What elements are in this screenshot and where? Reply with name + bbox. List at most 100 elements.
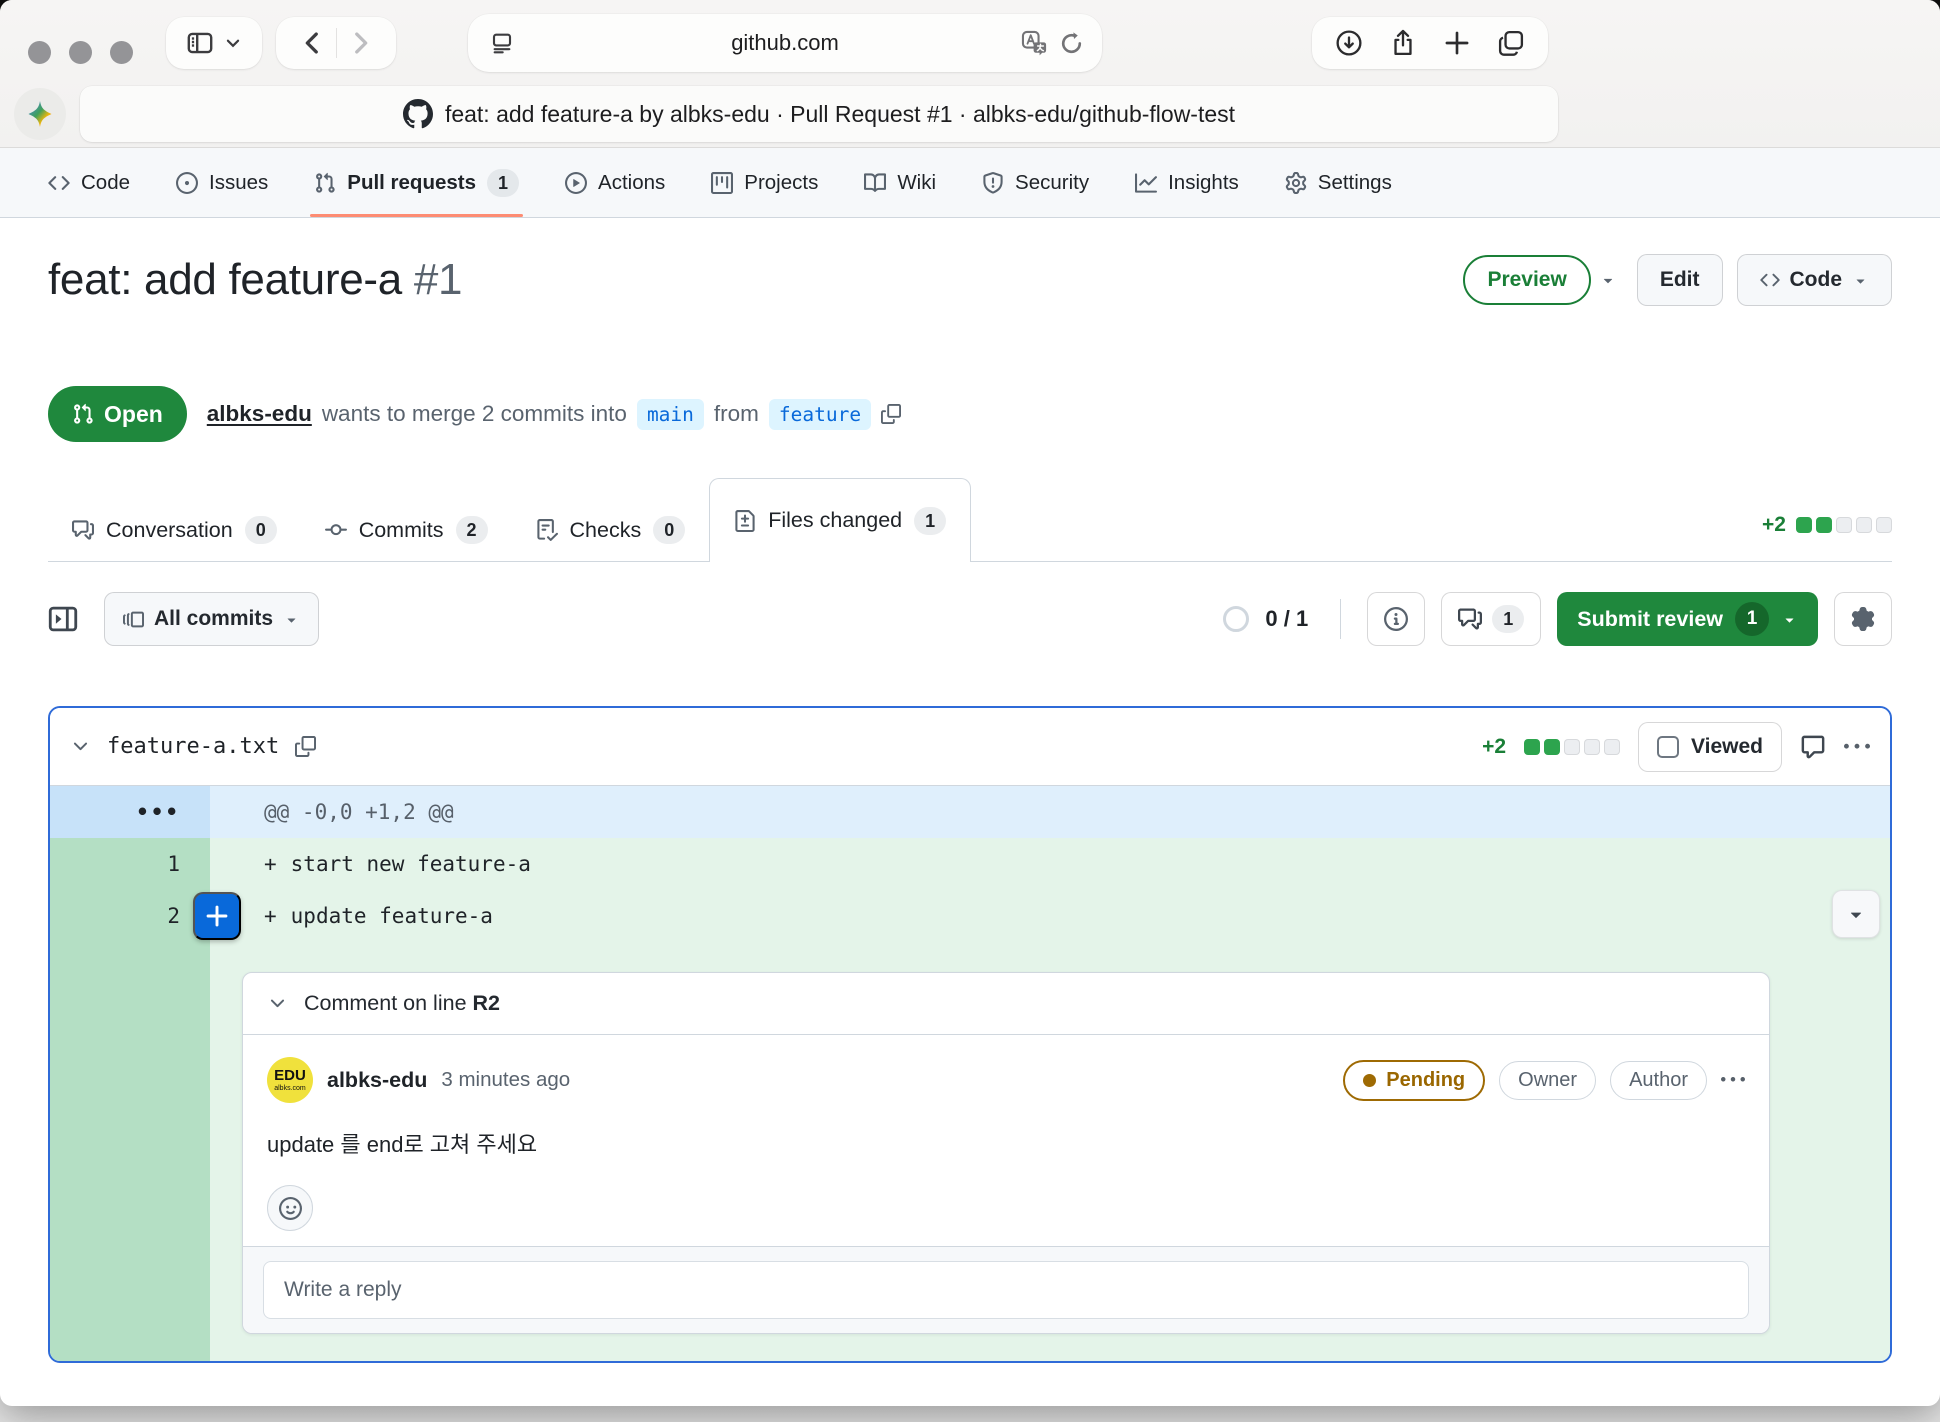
back-button[interactable]	[300, 30, 326, 56]
checks-count: 0	[653, 516, 685, 544]
conversation-count: 0	[245, 516, 277, 544]
nav-label: Pull requests	[347, 171, 476, 195]
file-name[interactable]: feature-a.txt	[107, 734, 279, 759]
gear-icon	[1851, 607, 1875, 631]
git-pull-request-icon	[314, 172, 336, 194]
edit-button[interactable]: Edit	[1637, 254, 1723, 306]
shield-icon	[982, 172, 1004, 194]
viewed-button[interactable]: Viewed	[1638, 722, 1782, 772]
nav-item-settings[interactable]: Settings	[1285, 148, 1392, 217]
comment-line-label: Comment on line	[304, 991, 467, 1015]
downloads-icon[interactable]	[1335, 29, 1363, 57]
share-icon[interactable]	[1389, 29, 1417, 57]
reload-icon[interactable]	[1059, 31, 1084, 56]
nav-item-security[interactable]: Security	[982, 148, 1089, 217]
nav-item-projects[interactable]: Projects	[711, 148, 818, 217]
nav-item-pull-requests[interactable]: Pull requests 1	[314, 148, 519, 217]
pr-author-link[interactable]: albks-edu	[207, 401, 312, 427]
review-toolbar: All commits 0 / 1 1 Submit review 1	[48, 590, 1892, 648]
history-divider	[336, 28, 337, 58]
new-tab-icon[interactable]	[1443, 29, 1471, 57]
hunk-expand-gutter[interactable]: •••	[50, 786, 210, 838]
forward-button[interactable]	[347, 30, 373, 56]
file-comment-icon[interactable]	[1800, 734, 1826, 760]
browser-window: github.com feat: add feature-a by albks-…	[0, 0, 1940, 1406]
checklist-icon	[536, 519, 558, 541]
nav-item-code[interactable]: Code	[48, 148, 130, 217]
address-bar[interactable]: github.com	[468, 14, 1102, 72]
viewed-checkbox[interactable]	[1657, 736, 1679, 758]
reply-input[interactable]	[263, 1261, 1749, 1319]
git-pull-request-icon	[72, 403, 94, 425]
author-badge: Author	[1610, 1061, 1707, 1100]
comment-author-link[interactable]: albks-edu	[327, 1068, 427, 1093]
add-line-comment-button[interactable]	[193, 892, 241, 940]
close-window-button[interactable]	[28, 41, 51, 64]
nav-item-issues[interactable]: Issues	[176, 148, 268, 217]
submit-review-button[interactable]: Submit review 1	[1557, 592, 1818, 646]
nav-item-wiki[interactable]: Wiki	[864, 148, 936, 217]
all-commits-dropdown[interactable]: All commits	[104, 592, 319, 646]
github-logo-icon	[403, 99, 433, 129]
review-comments-button[interactable]: 1	[1441, 592, 1541, 646]
line-number[interactable]: 2	[50, 890, 210, 942]
collapse-file-icon[interactable]	[70, 736, 91, 757]
preview-caret-icon[interactable]	[1599, 271, 1617, 289]
submit-review-caret-icon[interactable]	[1781, 611, 1798, 628]
diff-stat: +2	[1762, 513, 1892, 537]
line-actions-dropdown-button[interactable]	[1832, 890, 1880, 938]
tab-checks[interactable]: Checks 0	[512, 499, 710, 561]
file-tree-toggle-button[interactable]	[48, 604, 78, 634]
smiley-icon	[279, 1197, 302, 1220]
file-header: feature-a.txt +2 Viewed	[50, 708, 1890, 786]
tab-files-changed[interactable]: Files changed 1	[709, 478, 971, 562]
zoom-window-button[interactable]	[110, 41, 133, 64]
diff-hunk-row: ••• @@ -0,0 +1,2 @@	[50, 786, 1890, 838]
tab-conversation[interactable]: Conversation 0	[48, 499, 301, 561]
page-settings-icon[interactable]	[490, 31, 514, 55]
copy-file-path-icon[interactable]	[295, 736, 316, 757]
diff-text: start new feature-a	[291, 852, 531, 876]
translate-icon[interactable]	[1021, 30, 1047, 56]
add-reaction-button[interactable]	[267, 1185, 313, 1231]
file-diff-blocks	[1524, 739, 1620, 755]
nav-item-actions[interactable]: Actions	[565, 148, 665, 217]
line-number[interactable]: 1	[50, 838, 210, 890]
diff-line-1[interactable]: 1 +start new feature-a	[50, 838, 1890, 890]
minimize-window-button[interactable]	[69, 41, 92, 64]
tab-commits[interactable]: Commits 2	[301, 499, 512, 561]
pr-title-text: feat: add feature-a	[48, 255, 402, 304]
nav-item-insights[interactable]: Insights	[1135, 148, 1239, 217]
code-button[interactable]: Code	[1737, 254, 1893, 306]
file-options-kebab-icon[interactable]	[1844, 734, 1870, 760]
avatar[interactable]: EDU albks.com	[267, 1057, 313, 1103]
head-branch-label[interactable]: feature	[769, 399, 871, 430]
nav-label: Security	[1015, 171, 1089, 195]
comment-thread-header[interactable]: Comment on line R2	[243, 973, 1769, 1035]
ai-assistant-button[interactable]	[14, 88, 66, 140]
sidebar-toggle-button[interactable]	[166, 17, 262, 69]
info-icon	[1384, 607, 1408, 631]
triangle-down-icon	[1845, 903, 1867, 925]
tab-title: feat: add feature-a by albks-edu · Pull …	[445, 101, 1235, 128]
base-branch-label[interactable]: main	[637, 399, 704, 430]
info-button[interactable]	[1367, 592, 1425, 646]
copy-branch-icon[interactable]	[881, 404, 901, 424]
files-changed-count: 1	[914, 507, 946, 535]
diff-line-2[interactable]: 2 +update feature-a	[50, 890, 1890, 942]
pending-dot-icon	[1363, 1074, 1376, 1087]
toolbar-actions	[1312, 17, 1548, 69]
window-controls[interactable]	[28, 41, 133, 64]
comment-options-kebab-icon[interactable]	[1721, 1068, 1745, 1092]
collapse-thread-icon[interactable]	[267, 993, 288, 1014]
tab-overview-icon[interactable]	[1497, 29, 1525, 57]
inline-comment-card: Comment on line R2 EDU albks.com albks-e…	[242, 972, 1770, 1334]
preview-button[interactable]: Preview	[1463, 255, 1590, 305]
sparkle-icon	[25, 99, 55, 129]
diff-settings-button[interactable]	[1834, 592, 1892, 646]
diff-comment-zone: Comment on line R2 EDU albks.com albks-e…	[50, 942, 1890, 1363]
file-diff-icon	[734, 510, 756, 532]
sidebar-icon	[186, 29, 214, 57]
comment-discussion-icon	[72, 519, 94, 541]
active-tab[interactable]: feat: add feature-a by albks-edu · Pull …	[80, 86, 1558, 142]
